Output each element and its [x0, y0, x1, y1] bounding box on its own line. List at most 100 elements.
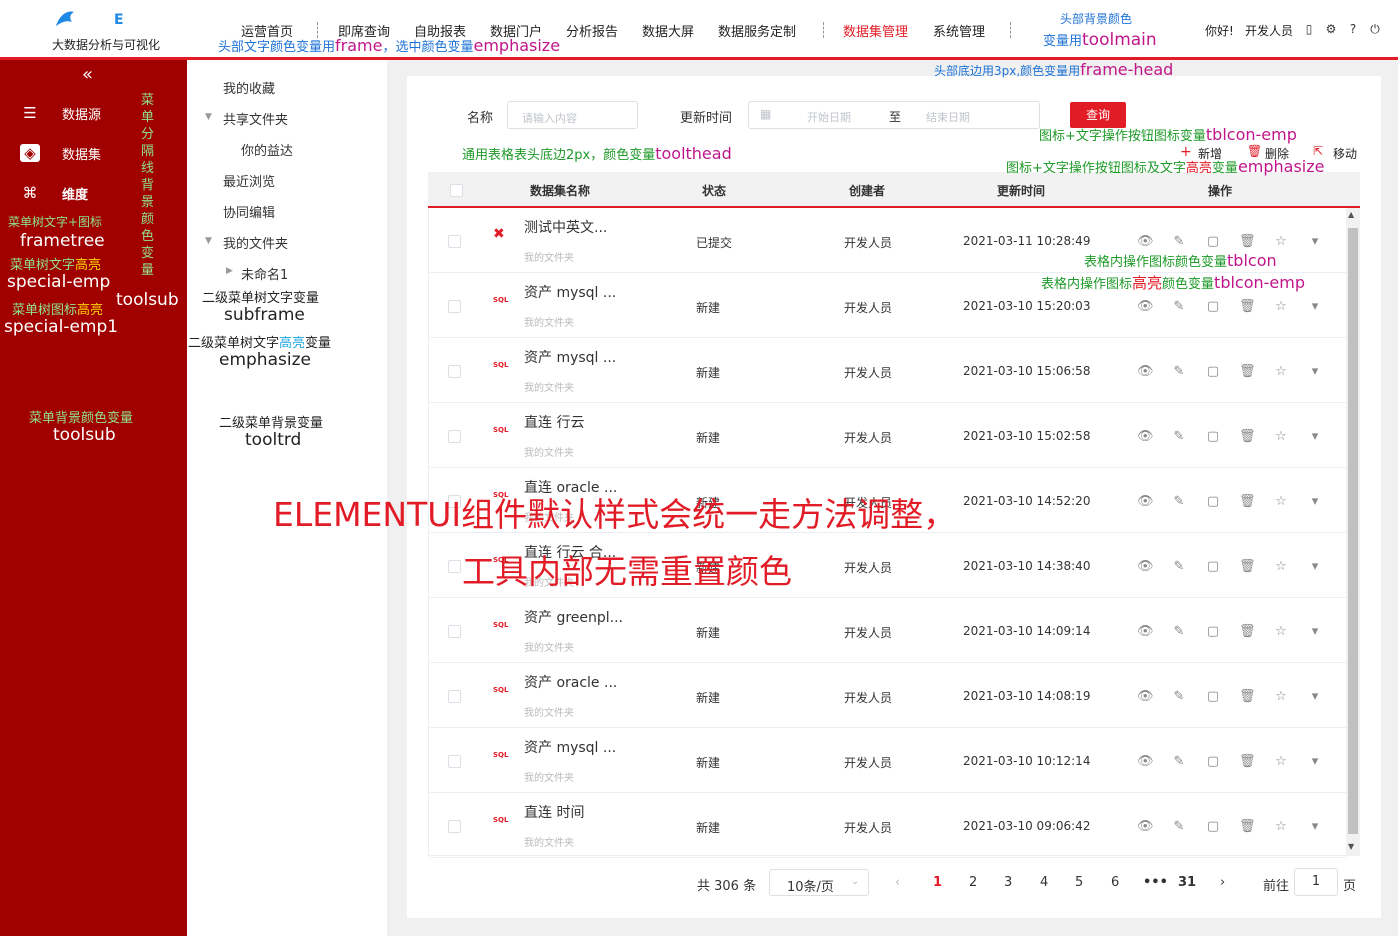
prev-page-icon[interactable]: ‹ — [895, 875, 900, 890]
caret-down-icon[interactable]: ▾ — [1307, 234, 1323, 249]
edit-icon[interactable]: ✎ — [1171, 364, 1187, 379]
caret-down-icon[interactable]: ▾ — [1307, 624, 1323, 639]
trash-icon[interactable]: 🗑 — [1239, 494, 1256, 509]
phone-icon[interactable]: ▯ — [1302, 22, 1316, 36]
nav-big-screen[interactable]: 数据大屏 — [642, 21, 694, 40]
user-name[interactable]: 开发人员 — [1245, 22, 1293, 39]
table-row[interactable]: SQL 资产 mysql ... 我的文件夹 新建 开发人员 2021-03-10 10:… — [429, 728, 1347, 793]
row-checkbox[interactable] — [448, 235, 461, 248]
more-pages[interactable]: ••• — [1143, 875, 1168, 890]
trash-icon[interactable]: 🗑 — [1239, 364, 1256, 379]
select-all-checkbox[interactable] — [450, 184, 463, 197]
row-checkbox[interactable] — [448, 690, 461, 703]
start-date[interactable]: 开始日期 — [807, 109, 851, 125]
double-chevron-left-icon[interactable]: « — [82, 64, 93, 85]
subnav-favorites[interactable]: 我的收藏 — [223, 78, 275, 97]
scroll-down-icon[interactable]: ▼ — [1348, 842, 1354, 851]
page-number[interactable]: 2 — [969, 875, 977, 890]
nav-analysis-report[interactable]: 分析报告 — [566, 21, 618, 40]
star-icon[interactable]: ☆ — [1273, 364, 1289, 379]
end-date[interactable]: 结束日期 — [926, 109, 970, 125]
dataset-name[interactable]: 资产 mysql ... — [524, 347, 616, 367]
caret-down-icon[interactable]: ▾ — [1307, 364, 1323, 379]
edit-icon[interactable]: ✎ — [1171, 754, 1187, 769]
scrollbar-thumb[interactable] — [1348, 228, 1358, 834]
file-icon[interactable]: ▢ — [1205, 819, 1221, 834]
file-icon[interactable]: ▢ — [1205, 494, 1221, 509]
page-number[interactable]: 3 — [1004, 875, 1012, 890]
next-page-icon[interactable]: › — [1220, 875, 1225, 890]
dataset-name[interactable]: 测试中英文... — [524, 217, 607, 237]
caret-down-icon[interactable]: ▾ — [1307, 559, 1323, 574]
page-number[interactable]: 1 — [933, 875, 942, 890]
trash-icon[interactable]: 🗑 — [1239, 429, 1256, 444]
caret-down-icon[interactable]: ▼ — [205, 112, 212, 122]
caret-down-icon[interactable]: ▾ — [1307, 429, 1323, 444]
caret-down-icon[interactable]: ▾ — [1307, 819, 1323, 834]
sidebar-item-dimension[interactable]: ⌘ 维度 — [0, 175, 140, 211]
row-checkbox[interactable] — [448, 300, 461, 313]
page-number[interactable]: 6 — [1111, 875, 1119, 890]
star-icon[interactable]: ☆ — [1273, 559, 1289, 574]
edit-icon[interactable]: ✎ — [1171, 559, 1187, 574]
edit-icon[interactable]: ✎ — [1171, 819, 1187, 834]
star-icon[interactable]: ☆ — [1273, 429, 1289, 444]
trash-icon[interactable]: 🗑 — [1247, 144, 1262, 158]
caret-down-icon[interactable]: ▼ — [205, 236, 212, 246]
nav-system-management[interactable]: 系统管理 — [933, 21, 985, 40]
edit-icon[interactable]: ✎ — [1171, 299, 1187, 314]
trash-icon[interactable]: 🗑 — [1239, 624, 1256, 639]
edit-icon[interactable]: ✎ — [1171, 494, 1187, 509]
sidebar-item-datasource[interactable]: ☰ 数据源 — [0, 95, 140, 131]
help-icon[interactable]: ? — [1346, 22, 1360, 36]
nav-data-service[interactable]: 数据服务定制 — [718, 21, 796, 40]
table-row[interactable]: SQL 直连 时间 我的文件夹 新建 开发人员 2021-03-10 09:06:42 👁 ✎… — [429, 793, 1347, 858]
eye-icon[interactable]: 👁 — [1137, 364, 1154, 379]
page-number[interactable]: 4 — [1040, 875, 1048, 890]
move-button[interactable]: 移动 — [1333, 145, 1357, 162]
trash-icon[interactable]: 🗑 — [1239, 299, 1256, 314]
eye-icon[interactable]: 👁 — [1137, 429, 1154, 444]
star-icon[interactable]: ☆ — [1273, 299, 1289, 314]
file-icon[interactable]: ▢ — [1205, 689, 1221, 704]
row-checkbox[interactable] — [448, 625, 461, 638]
trash-icon[interactable]: 🗑 — [1239, 689, 1256, 704]
dataset-name[interactable]: 资产 greenpl... — [524, 607, 623, 627]
page-number[interactable]: 31 — [1178, 875, 1196, 890]
eye-icon[interactable]: 👁 — [1137, 494, 1154, 509]
nav-dataset-management[interactable]: 数据集管理 — [843, 21, 908, 40]
star-icon[interactable]: ☆ — [1273, 689, 1289, 704]
trash-icon[interactable]: 🗑 — [1239, 559, 1256, 574]
star-icon[interactable]: ☆ — [1273, 754, 1289, 769]
edit-icon[interactable]: ✎ — [1171, 429, 1187, 444]
file-icon[interactable]: ▢ — [1205, 299, 1221, 314]
caret-down-icon[interactable]: ▾ — [1307, 299, 1323, 314]
eye-icon[interactable]: 👁 — [1137, 234, 1154, 249]
dataset-name[interactable]: 直连 时间 — [524, 802, 584, 822]
file-icon[interactable]: ▢ — [1205, 624, 1221, 639]
subnav-folder-item[interactable]: 未命名1 — [241, 264, 288, 283]
file-icon[interactable]: ▢ — [1205, 559, 1221, 574]
caret-down-icon[interactable]: ▾ — [1307, 689, 1323, 704]
dataset-name[interactable]: 直连 行云 — [524, 412, 584, 432]
move-icon[interactable]: ⇱ — [1313, 144, 1323, 158]
gear-icon[interactable]: ⚙ — [1324, 22, 1338, 36]
star-icon[interactable]: ☆ — [1273, 494, 1289, 509]
star-icon[interactable]: ☆ — [1273, 234, 1289, 249]
dataset-name[interactable]: 资产 mysql ... — [524, 282, 616, 302]
eye-icon[interactable]: 👁 — [1137, 559, 1154, 574]
dataset-name[interactable]: 资产 oracle ... — [524, 672, 617, 692]
eye-icon[interactable]: 👁 — [1137, 299, 1154, 314]
power-icon[interactable]: ⏻ — [1368, 22, 1382, 36]
scroll-up-icon[interactable]: ▲ — [1348, 210, 1354, 219]
eye-icon[interactable]: 👁 — [1137, 819, 1154, 834]
caret-down-icon[interactable]: ▾ — [1307, 494, 1323, 509]
page-number[interactable]: 5 — [1075, 875, 1083, 890]
caret-down-icon[interactable]: ▾ — [1307, 754, 1323, 769]
star-icon[interactable]: ☆ — [1273, 624, 1289, 639]
sidebar-item-dataset[interactable]: ◈ 数据集 — [0, 135, 140, 171]
table-row[interactable]: SQL 直连 行云 我的文件夹 新建 开发人员 2021-03-10 15:02:58 👁 ✎… — [429, 403, 1347, 468]
edit-icon[interactable]: ✎ — [1171, 234, 1187, 249]
row-checkbox[interactable] — [448, 430, 461, 443]
caret-right-icon[interactable]: ▶ — [226, 266, 233, 276]
